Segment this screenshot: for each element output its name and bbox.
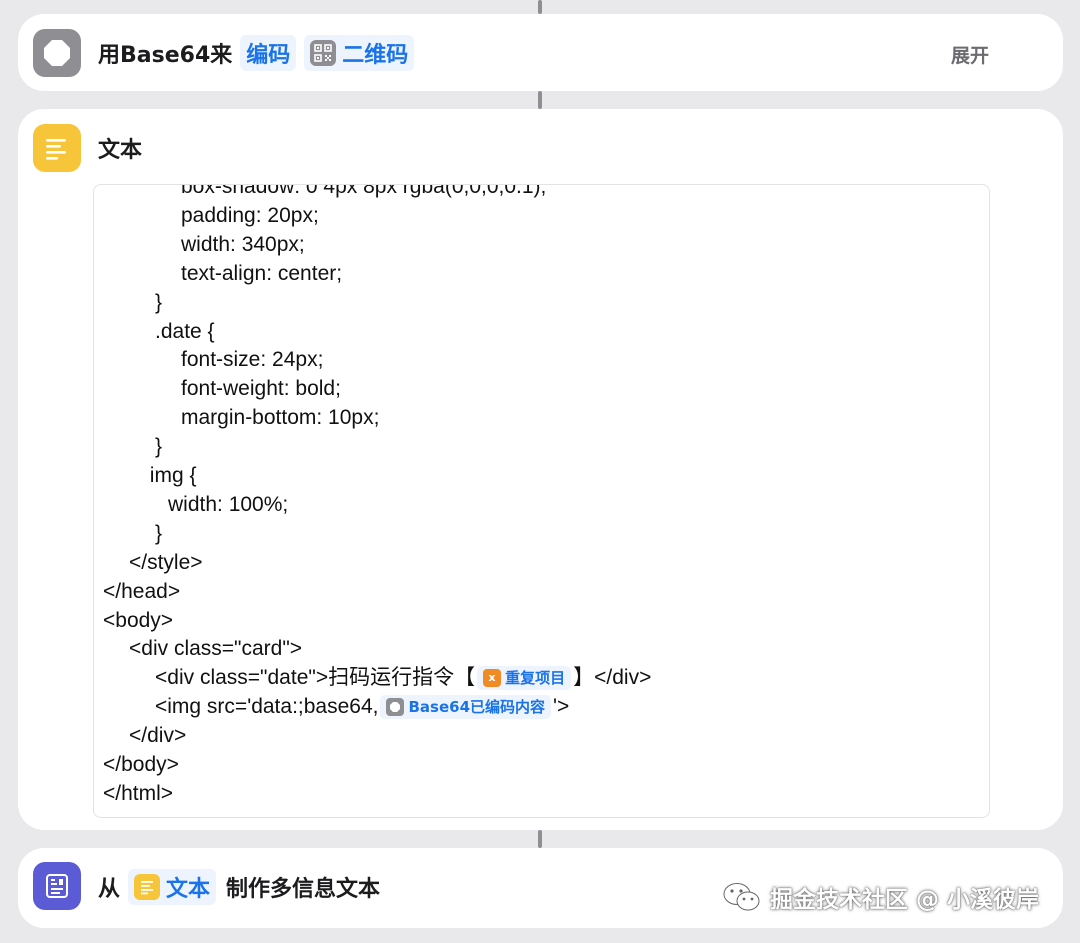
- rich-text-from-label: 从: [98, 877, 121, 902]
- flow-connector-middle: [538, 91, 542, 109]
- code-line: padding: 20px;: [181, 203, 319, 227]
- expand-button[interactable]: 展开: [951, 41, 989, 68]
- code-line: <body>: [103, 608, 174, 632]
- code-line: <div class="card">: [129, 637, 303, 661]
- code-text: <img src='data:;base64,: [155, 695, 379, 719]
- watermark: 掘金技术社区 @ 小溪彼岸: [722, 880, 1039, 914]
- encode-action-icon: [33, 29, 81, 77]
- code-text: <div class="date">扫码运行指令【: [155, 666, 476, 690]
- code-line: font-weight: bold;: [181, 377, 341, 401]
- code-line: }: [155, 290, 163, 314]
- code-line: img {: [149, 464, 197, 487]
- wechat-icon: [723, 883, 760, 911]
- base64-encode-icon: [386, 698, 405, 717]
- code-line: font-size: 24px;: [181, 348, 324, 372]
- code-line: </head>: [103, 579, 181, 603]
- code-text: '>: [553, 695, 570, 719]
- code-line: width: 340px;: [181, 232, 305, 256]
- code-line: }: [155, 521, 163, 545]
- encode-action-title: 用Base64来 编码 二维码: [98, 34, 415, 72]
- flow-connector-top: [538, 0, 542, 14]
- code-line: .date {: [155, 319, 215, 343]
- encode-title-prefix: 用Base64来: [98, 43, 233, 68]
- code-line: </body>: [103, 753, 179, 776]
- rich-text-input-parameter[interactable]: 文本: [128, 869, 217, 905]
- encode-mode-label: 编码: [246, 43, 291, 68]
- text-action[interactable]: 文本 box-shadow: 0 4px 8px rgba(0,0,0,0.1)…: [18, 109, 1063, 830]
- base64-encode-action[interactable]: 用Base64来 编码 二维码 展开: [18, 14, 1063, 91]
- rich-text-input-label: 文本: [166, 877, 211, 902]
- code-line: </div>: [129, 724, 187, 748]
- encode-mode-parameter[interactable]: 编码: [240, 35, 297, 71]
- encode-input-parameter[interactable]: 二维码: [304, 35, 415, 71]
- flow-connector-bottom: [538, 830, 542, 848]
- text-mini-icon: [134, 874, 161, 900]
- code-line: margin-bottom: 10px;: [181, 406, 380, 430]
- text-action-icon: [33, 124, 81, 172]
- code-line: text-align: center;: [181, 261, 343, 285]
- variable-token-label: Base64已编码内容: [408, 698, 546, 717]
- text-content-editor[interactable]: box-shadow: 0 4px 8px rgba(0,0,0,0.1); pa…: [93, 184, 990, 818]
- code-line: <img src='data:;base64, Base64已编码内容 '>: [155, 693, 569, 721]
- code-text: 】</div>: [573, 666, 652, 690]
- rich-text-action-label: 制作多信息文本: [226, 877, 381, 902]
- variable-token-label: 重复项目: [505, 669, 566, 688]
- rich-text-action-title: 从 文本 制作多信息文本: [98, 868, 380, 906]
- variable-token[interactable]: Base64已编码内容: [380, 695, 552, 720]
- repeat-item-icon: x: [483, 669, 502, 688]
- code-line: box-shadow: 0 4px 8px rgba(0,0,0,0.1);: [181, 184, 547, 198]
- text-action-title: 文本: [98, 138, 143, 163]
- code-line: </html>: [103, 781, 174, 805]
- code-line: width: 100%;: [168, 492, 289, 516]
- rich-text-action-icon: [33, 862, 81, 910]
- variable-token[interactable]: x 重复项目: [477, 666, 572, 691]
- code-line: }: [155, 435, 163, 459]
- encode-input-label: 二维码: [342, 43, 409, 68]
- code-line: <div class="date">扫码运行指令【 x 重复项目 】</div>: [155, 664, 651, 692]
- qr-code-icon: [310, 40, 337, 66]
- code-line: </style>: [129, 550, 203, 574]
- watermark-text: 掘金技术社区 @ 小溪彼岸: [770, 887, 1040, 913]
